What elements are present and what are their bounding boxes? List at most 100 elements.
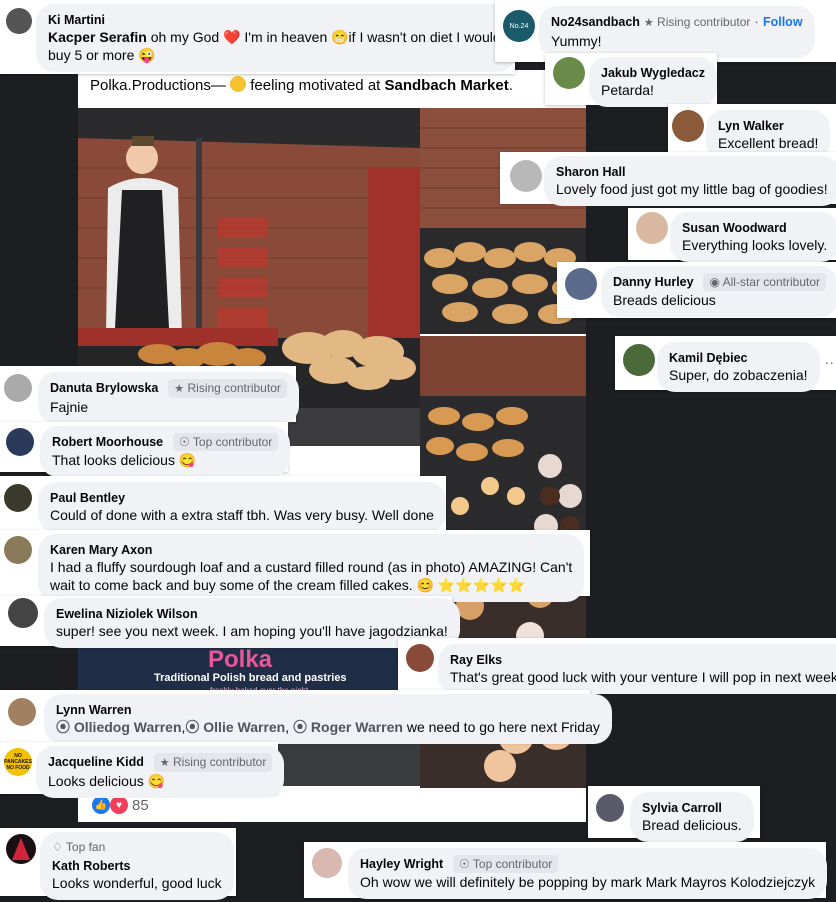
post-feeling: feeling motivated at bbox=[250, 77, 381, 94]
comment-bubble: Karen Mary Axon I had a fluffy sourdough… bbox=[38, 534, 585, 602]
comment-bubble: Lynn Warren ⦿ Olliedog Warren,⦿ Ollie Wa… bbox=[44, 694, 612, 744]
comment-bubble: Sharon Hall Lovely food just got my litt… bbox=[544, 156, 836, 206]
profile-icon: ⦿ bbox=[293, 719, 308, 735]
comment-card: Hayley Wright ☉ Top contributor Oh wow w… bbox=[304, 842, 828, 899]
like-icon: 👍 bbox=[92, 796, 110, 814]
avatar[interactable] bbox=[4, 484, 32, 512]
comment-bubble: No24sandbach ★ Rising contributor · Follo… bbox=[539, 6, 815, 58]
post-header: Polka.Productions— feeling motivated at … bbox=[90, 76, 513, 94]
contributor-badge: ★ Rising contributor bbox=[643, 15, 751, 29]
comment-card: Susan Woodward Everything looks lovely. bbox=[628, 208, 836, 262]
commenter-name[interactable]: Ki Martini bbox=[48, 12, 105, 28]
commenter-name[interactable]: Danuta Brylowska bbox=[50, 380, 158, 396]
comment-card: Lyn Walker Excellent bread! bbox=[668, 104, 836, 160]
star-icon: ★ bbox=[643, 17, 654, 29]
comment-bubble: Jakub Wygledacz Petarda! bbox=[589, 57, 717, 107]
commenter-name[interactable]: Danny Hurley bbox=[613, 274, 694, 290]
post-location[interactable]: Sandbach Market bbox=[385, 77, 509, 94]
comment-card: Lynn Warren ⦿ Olliedog Warren,⦿ Ollie Wa… bbox=[0, 690, 612, 744]
comment-card: Danny Hurley ◉ All-star contributor Brea… bbox=[557, 262, 836, 318]
commenter-name[interactable]: No24sandbach bbox=[551, 14, 640, 30]
commenter-name[interactable]: Hayley Wright bbox=[360, 856, 443, 872]
commenter-name[interactable]: Ewelina Niziolek Wilson bbox=[56, 606, 198, 622]
comment-bubble: Danny Hurley ◉ All-star contributor Brea… bbox=[601, 266, 836, 317]
mention[interactable]: ⦿ Ollie Warren bbox=[185, 719, 285, 735]
comment-bubble: ♢ Top fan Kath Roberts Looks wonderful, … bbox=[40, 832, 234, 900]
comment-card: Ewelina Niziolek Wilson super! see you n… bbox=[0, 596, 460, 648]
post-author[interactable]: Polka.Productions bbox=[90, 77, 211, 94]
avatar[interactable] bbox=[636, 212, 668, 244]
contributor-badge: ◉ All-star contributor bbox=[703, 273, 827, 291]
mention[interactable]: ⦿ Olliedog Warren bbox=[56, 719, 182, 735]
more-options-icon[interactable]: ·· bbox=[825, 354, 834, 370]
contributor-badge: ☉ Top contributor bbox=[173, 433, 279, 451]
commenter-name[interactable]: Jacqueline Kidd bbox=[48, 754, 144, 770]
commenter-name[interactable]: Paul Bentley bbox=[50, 490, 125, 506]
commenter-name[interactable]: Kath Roberts bbox=[52, 858, 130, 874]
poster-title: Polka bbox=[208, 646, 273, 673]
star-icon: ★ bbox=[159, 757, 170, 769]
commenter-name[interactable]: Susan Woodward bbox=[682, 220, 787, 236]
contributor-badge: ☉ Top contributor bbox=[453, 855, 559, 873]
avatar[interactable] bbox=[406, 644, 434, 672]
comment-bubble: Hayley Wright ☉ Top contributor Oh wow w… bbox=[348, 848, 828, 899]
avatar[interactable] bbox=[4, 536, 32, 564]
top-fan-badge: ♢ Top fan bbox=[52, 840, 106, 854]
comment-card: Danuta Brylowska ★ Rising contributor Fa… bbox=[0, 366, 299, 424]
commenter-name[interactable]: Ray Elks bbox=[450, 652, 502, 668]
avatar[interactable] bbox=[596, 794, 624, 822]
reaction-summary[interactable]: 👍 ♥ 85 bbox=[92, 796, 149, 814]
commenter-name[interactable]: Sharon Hall bbox=[556, 164, 625, 180]
commenter-name[interactable]: Jakub Wygledacz bbox=[601, 65, 705, 81]
avatar[interactable]: No.24 bbox=[503, 10, 535, 42]
contributor-badge: ★ Rising contributor bbox=[168, 379, 287, 398]
commenter-name[interactable]: Kamil Dębiec bbox=[669, 350, 748, 366]
commenter-name[interactable]: Lyn Walker bbox=[718, 118, 784, 134]
comment-card: Ki Martini Kacper Serafin oh my God ❤️ I… bbox=[0, 0, 516, 74]
comment-bubble: Susan Woodward Everything looks lovely. bbox=[670, 212, 836, 262]
profile-icon: ⦿ bbox=[185, 719, 200, 735]
comment-bubble: Danuta Brylowska ★ Rising contributor Fa… bbox=[38, 372, 299, 424]
commenter-name[interactable]: Sylvia Carroll bbox=[642, 800, 722, 816]
avatar[interactable] bbox=[565, 268, 597, 300]
medal-icon: ☉ bbox=[459, 857, 470, 871]
avatar[interactable] bbox=[312, 848, 342, 878]
comment-card: NO PANCAKES NO FOOD Jacqueline Kidd ★ Ri… bbox=[0, 742, 285, 798]
avatar[interactable] bbox=[4, 374, 32, 402]
comment-bubble: Kamil Dębiec Super, do zobaczenia! bbox=[657, 342, 820, 392]
avatar[interactable] bbox=[6, 8, 32, 34]
avatar[interactable] bbox=[623, 344, 655, 376]
commenter-name[interactable]: Lynn Warren bbox=[56, 702, 131, 718]
mention[interactable]: ⦿ Roger Warren bbox=[293, 719, 403, 735]
avatar[interactable] bbox=[553, 57, 585, 89]
follow-button[interactable]: Follow bbox=[763, 15, 803, 29]
avatar[interactable] bbox=[8, 598, 38, 628]
comment-bubble: Ki Martini Kacper Serafin oh my God ❤️ I… bbox=[36, 4, 516, 72]
avatar[interactable] bbox=[6, 834, 36, 864]
love-icon: ♥ bbox=[110, 796, 128, 814]
comment-bubble: Sylvia Carroll Bread delicious. bbox=[630, 792, 754, 842]
comment-card: Paul Bentley Could of done with a extra … bbox=[0, 476, 446, 532]
diamond-icon: ♢ bbox=[52, 840, 63, 854]
avatar[interactable] bbox=[8, 698, 36, 726]
comment-card: Sylvia Carroll Bread delicious. bbox=[588, 786, 760, 842]
comment-card: Kamil Dębiec Super, do zobaczenia! ·· bbox=[615, 336, 836, 392]
reaction-count: 85 bbox=[132, 796, 149, 814]
medal-icon: ☉ bbox=[179, 435, 190, 449]
commenter-name[interactable]: Karen Mary Axon bbox=[50, 542, 152, 558]
commenter-name[interactable]: Robert Moorhouse bbox=[52, 434, 163, 450]
comment-bubble: Robert Moorhouse ☉ Top contributor That … bbox=[40, 426, 291, 477]
comment-card: Robert Moorhouse ☉ Top contributor That … bbox=[0, 422, 291, 477]
trophy-icon: ◉ bbox=[709, 275, 720, 289]
star-icon: ★ bbox=[174, 383, 185, 395]
mention[interactable]: Kacper Serafin bbox=[48, 29, 147, 45]
comment-card: Jakub Wygledacz Petarda! bbox=[545, 53, 717, 107]
avatar[interactable] bbox=[6, 428, 34, 456]
avatar[interactable] bbox=[510, 160, 542, 192]
avatar[interactable] bbox=[672, 110, 704, 142]
profile-icon: ⦿ bbox=[56, 719, 70, 735]
smiley-icon bbox=[230, 76, 247, 92]
comment-card: ♢ Top fan Kath Roberts Looks wonderful, … bbox=[0, 828, 236, 900]
avatar[interactable]: NO PANCAKES NO FOOD bbox=[4, 748, 32, 776]
poster-subtitle: Traditional Polish bread and pastries bbox=[154, 672, 347, 684]
